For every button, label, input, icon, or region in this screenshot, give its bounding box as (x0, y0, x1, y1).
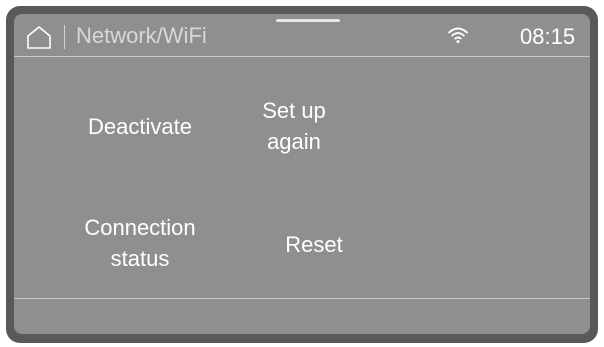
status-bar: Network/WiFi 08:15 (14, 14, 590, 57)
reset-label: Reset (285, 231, 343, 257)
footer-divider (14, 298, 590, 299)
deactivate-label: Deactivate (88, 113, 192, 139)
reset-button[interactable]: Reset (264, 227, 364, 261)
connection-status-label: Connection status (84, 215, 196, 271)
connection-status-button[interactable]: Connection status (60, 211, 220, 275)
wifi-icon (447, 26, 469, 44)
set-up-again-button[interactable]: Set up again (234, 94, 354, 158)
header-divider (64, 25, 65, 49)
set-up-again-label: Set up again (262, 98, 326, 154)
clock-time: 08:15 (520, 24, 576, 49)
deactivate-button[interactable]: Deactivate (60, 94, 220, 158)
device-display: Network/WiFi 08:15 Deactivate Set up aga… (0, 0, 604, 347)
page-title: Network/WiFi (76, 23, 207, 48)
home-icon[interactable] (26, 25, 52, 49)
touch-screen: Network/WiFi 08:15 Deactivate Set up aga… (14, 14, 590, 334)
